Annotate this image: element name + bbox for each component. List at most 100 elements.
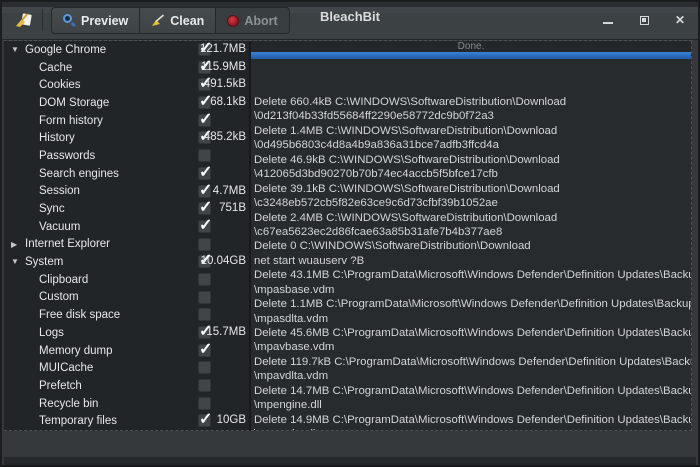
bleachbit-logo-icon[interactable] xyxy=(14,10,34,30)
size-value: 751B xyxy=(176,202,246,214)
log-line-text: Delete 45.6MB C:\ProgramData\Microsoft\W… xyxy=(254,327,692,339)
minimize-button[interactable] xyxy=(600,12,616,28)
tree-row-memory-dump[interactable]: Memory dump xyxy=(4,342,249,360)
tree-item-label: Free disk space xyxy=(39,309,120,321)
expander-collapse-icon[interactable]: ▼ xyxy=(11,257,23,267)
tree-item-label: Cookies xyxy=(39,79,81,91)
close-button[interactable]: ✕ xyxy=(672,12,688,28)
tree-item-label: History xyxy=(39,132,75,144)
tree-item-label: System xyxy=(25,256,63,268)
log-line-text: Delete 14.9MB C:\ProgramData\Microsoft\W… xyxy=(254,414,692,426)
log-line: Delete 14.9MB C:\ProgramData\Microsoft\W… xyxy=(254,413,691,427)
expander-expand-icon[interactable]: ▶ xyxy=(11,240,23,250)
tree-row-clipboard[interactable]: Clipboard xyxy=(4,271,249,289)
tree-item-label: DOM Storage xyxy=(39,97,109,109)
checkbox-prefetch[interactable] xyxy=(198,379,211,392)
log-line: Delete 2.4MB C:\WINDOWS\SoftwareDistribu… xyxy=(254,211,691,225)
log-line: \mpasbase.vdm xyxy=(254,283,691,297)
tree-item-label: Temporary files xyxy=(39,415,117,427)
log-line-text: Delete 2.4MB C:\WINDOWS\SoftwareDistribu… xyxy=(254,212,557,224)
tree-item-label: Recycle bin xyxy=(39,398,98,410)
checkbox-vacuum[interactable] xyxy=(198,220,211,233)
size-value: 121.7MB xyxy=(176,43,246,55)
bleachbit-window: Preview Clean Abort BleachBit ✕ xyxy=(0,0,700,467)
progress-bar: Done. xyxy=(251,41,691,59)
close-icon: ✕ xyxy=(675,14,685,26)
log-line-text: Delete 39.1kB C:\WINDOWS\SoftwareDistrib… xyxy=(254,183,560,195)
checkbox-muicache[interactable] xyxy=(198,361,211,374)
checkbox-recycle-bin[interactable] xyxy=(198,397,211,410)
size-value: 68.1kB xyxy=(176,96,246,108)
log-line-text: \mpavbase.vdm xyxy=(254,341,334,353)
preview-magnifier-icon xyxy=(63,14,76,27)
tree-row-prefetch[interactable]: Prefetch xyxy=(4,377,249,395)
abort-button[interactable]: Abort xyxy=(215,7,289,34)
size-value: 4.7MB xyxy=(176,185,246,197)
log-line: Delete 39.1kB C:\WINDOWS\SoftwareDistrib… xyxy=(254,182,691,196)
size-value: 15.7MB xyxy=(176,326,246,338)
cleaner-tree[interactable]: ▼Google Chrome121.7MBCache115.9MBCookies… xyxy=(4,41,249,431)
tree-item-label: Clipboard xyxy=(39,274,88,286)
abort-button-label: Abort xyxy=(244,14,277,28)
tree-item-label: Custom xyxy=(39,291,79,303)
log-line-text: \mpengine.dll xyxy=(254,399,322,411)
checkbox-memory-dump[interactable] xyxy=(198,344,211,357)
log-line: \c3248eb572cb5f82e63ce9c6d73cfbf39b1052a… xyxy=(254,196,691,210)
log-line: Delete 119.7kB C:\ProgramData\Microsoft\… xyxy=(254,355,691,369)
checkbox-search-engines[interactable] xyxy=(198,167,211,180)
maximize-button[interactable] xyxy=(636,12,652,28)
log-line: \mpavbase.vdm xyxy=(254,340,691,354)
log-line: Delete 45.6MB C:\ProgramData\Microsoft\W… xyxy=(254,326,691,340)
footer-band xyxy=(4,457,696,465)
log-line: \mpengine.dll xyxy=(254,398,691,412)
log-line: Delete 1.4MB C:\WINDOWS\SoftwareDistribu… xyxy=(254,124,691,138)
checkbox-custom[interactable] xyxy=(198,291,211,304)
log-line-text: \mpasbase.vdm xyxy=(254,284,334,296)
log-output[interactable]: Delete 660.4kB C:\WINDOWS\SoftwareDistri… xyxy=(254,95,691,431)
checkbox-form-history[interactable] xyxy=(198,114,211,127)
clean-button[interactable]: Clean xyxy=(139,7,215,34)
log-line-text: Delete 660.4kB C:\WINDOWS\SoftwareDistri… xyxy=(254,96,566,108)
tree-row-history[interactable]: History485.2kB xyxy=(4,129,249,147)
checkbox-internet-explorer[interactable] xyxy=(198,238,211,251)
window-controls: ✕ xyxy=(600,0,688,40)
log-line-text: Delete 1.1MB C:\ProgramData\Microsoft\Wi… xyxy=(254,298,692,310)
tree-item-label: Internet Explorer xyxy=(25,238,110,250)
log-line-text: \mpavdlta.vdm xyxy=(254,370,328,382)
log-line-text: Delete 119.7kB C:\ProgramData\Microsoft\… xyxy=(254,356,692,368)
tree-row-system[interactable]: ▼System10.04GB xyxy=(4,253,249,271)
size-value: 491.5kB xyxy=(176,78,246,90)
log-line-text: \c67ea5623ec2d86fcae63a85b31afe7b4b377ae… xyxy=(254,226,502,238)
tree-item-label: Google Chrome xyxy=(25,44,106,56)
tree-item-label: Sync xyxy=(39,203,65,215)
log-line: \412065d3bd90270b70b74ec4accb5f5bfce17cf… xyxy=(254,167,691,181)
tree-item-label: Logs xyxy=(39,327,64,339)
tree-item-label: Memory dump xyxy=(39,345,113,357)
tree-item-label: Prefetch xyxy=(39,380,82,392)
expander-collapse-icon[interactable]: ▼ xyxy=(11,45,23,55)
tree-row-temporary-files[interactable]: Temporary files10GB xyxy=(4,412,249,430)
abort-stop-icon xyxy=(227,15,239,27)
tree-row-muicache[interactable]: MUICache xyxy=(4,359,249,377)
tree-item-label: MUICache xyxy=(39,362,93,374)
preview-button[interactable]: Preview xyxy=(51,7,139,34)
log-line-text: \412065d3bd90270b70b74ec4accb5f5bfce17cf… xyxy=(254,168,498,180)
clean-button-label: Clean xyxy=(170,14,204,28)
checkbox-free-disk-space[interactable] xyxy=(198,308,211,321)
progress-fill xyxy=(251,52,691,59)
headerbar[interactable]: Preview Clean Abort BleachBit ✕ xyxy=(2,0,698,40)
checkbox-passwords[interactable] xyxy=(198,149,211,162)
log-line: \0d213f04b33fd55684ff2290e58772dc9b0f72a… xyxy=(254,109,691,123)
results-pane: Done. Delete 660.4kB C:\WINDOWS\Software… xyxy=(251,41,692,431)
tree-row-vacuum[interactable]: Vacuum xyxy=(4,218,249,236)
log-line-text: \0d213f04b33fd55684ff2290e58772dc9b0f72a… xyxy=(254,110,494,122)
log-line: Delete 43.1MB C:\ProgramData\Microsoft\W… xyxy=(254,268,691,282)
tree-row-custom[interactable]: Custom xyxy=(4,289,249,307)
log-line: \c67ea5623ec2d86fcae63a85b31afe7b4b377ae… xyxy=(254,225,691,239)
content-area: ▼Google Chrome121.7MBCache115.9MBCookies… xyxy=(4,40,692,431)
checkbox-clipboard[interactable] xyxy=(198,273,211,286)
log-line: \mpasdlta.vdm xyxy=(254,312,691,326)
log-line-text: Delete 46.9kB C:\WINDOWS\SoftwareDistrib… xyxy=(254,154,560,166)
log-line: \0d495b6803c4d8a4b9a836a31bce7adfb3ffcd4… xyxy=(254,138,691,152)
log-line: Delete 14.7MB C:\ProgramData\Microsoft\W… xyxy=(254,384,691,398)
